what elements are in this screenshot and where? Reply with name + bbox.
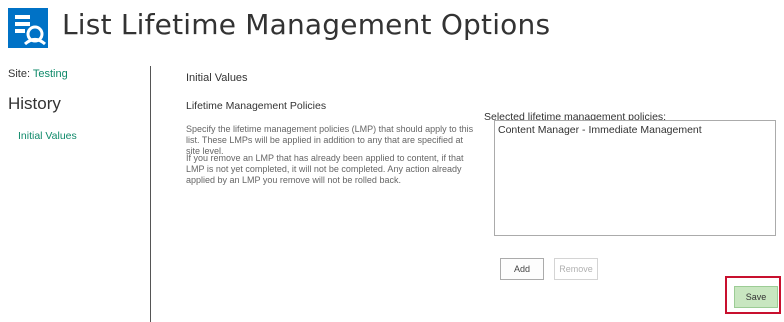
add-button[interactable]: Add bbox=[500, 258, 544, 280]
sidebar-item-initial-values[interactable]: Initial Values bbox=[18, 130, 77, 142]
selected-policies-listbox[interactable]: Content Manager - Immediate Management bbox=[494, 120, 776, 236]
remove-button[interactable]: Remove bbox=[554, 258, 598, 280]
list-item[interactable]: Content Manager - Immediate Management bbox=[498, 124, 772, 136]
site-breadcrumb: Site: Testing bbox=[8, 68, 68, 80]
section-title: Initial Values bbox=[186, 72, 248, 84]
vertical-divider bbox=[150, 66, 151, 322]
lmp-description-2: If you remove an LMP that has already be… bbox=[186, 153, 464, 185]
sharepoint-settings-icon bbox=[8, 8, 48, 48]
sidebar-heading: History bbox=[8, 94, 61, 113]
save-button[interactable]: Save bbox=[734, 286, 778, 308]
site-link[interactable]: Testing bbox=[33, 68, 68, 80]
site-label: Site: bbox=[8, 68, 33, 80]
lmp-heading: Lifetime Management Policies bbox=[186, 100, 327, 112]
page-title: List Lifetime Management Options bbox=[62, 8, 551, 41]
